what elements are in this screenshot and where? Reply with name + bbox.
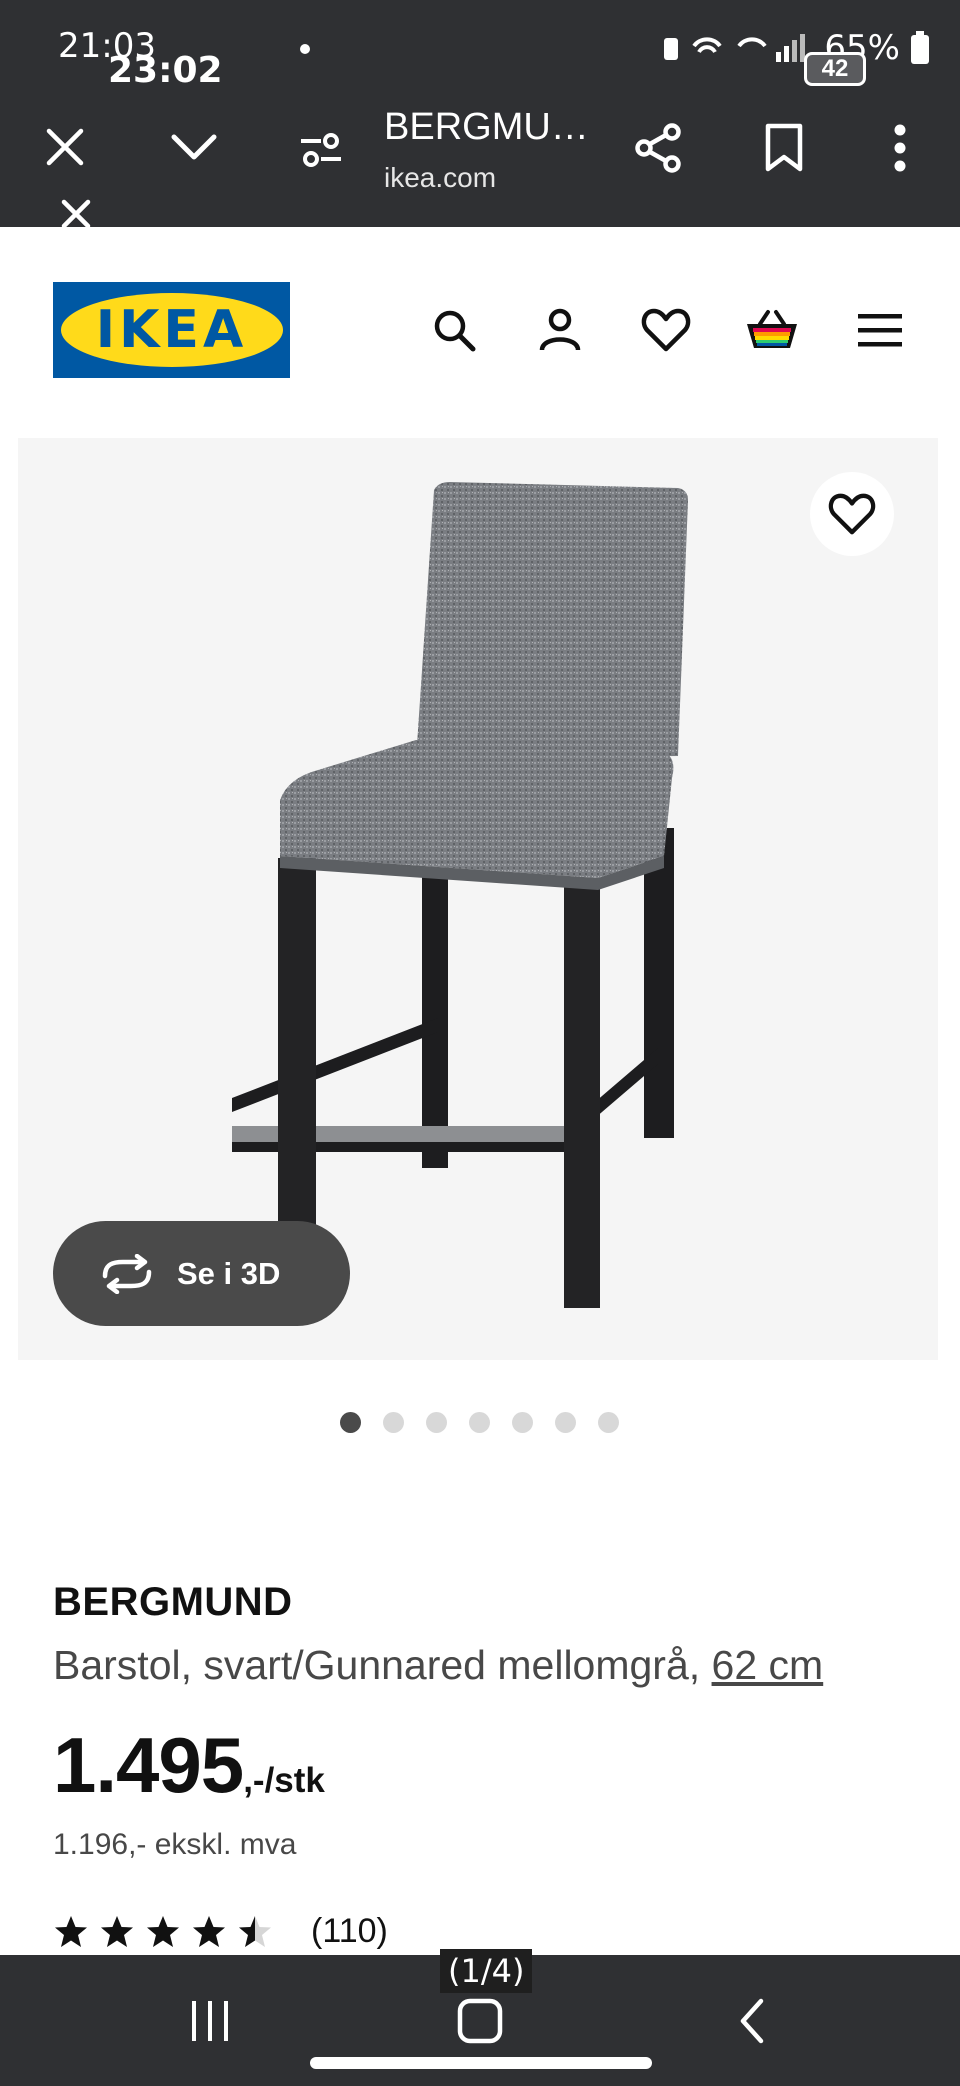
basket-button[interactable] — [742, 300, 802, 360]
signal-icon — [664, 34, 806, 62]
ikea-logo[interactable]: IKEA — [53, 282, 290, 378]
share-button[interactable] — [628, 118, 688, 178]
star-icon — [193, 1915, 225, 1947]
carousel-dot[interactable] — [555, 1412, 576, 1433]
price-value: 1.495 — [53, 1721, 244, 1809]
account-icon — [539, 308, 581, 351]
battery-icon — [911, 31, 929, 64]
search-button[interactable] — [424, 300, 484, 360]
home-icon — [457, 1998, 503, 2044]
price: 1.495 ,-/stk — [53, 1720, 325, 1811]
rating-stars — [53, 1914, 273, 1950]
logo-oval: IKEA — [60, 293, 283, 367]
page-domain[interactable]: ikea.com — [384, 162, 496, 194]
search-icon — [434, 310, 476, 352]
browser-chrome: 21:03 23:02 65% 42 BERGMU… ikea.com — [0, 0, 960, 229]
view-in-3d-label: Se i 3D — [177, 1255, 281, 1291]
home-button[interactable] — [450, 1991, 510, 2051]
collapse-button[interactable] — [166, 122, 222, 172]
basket-icon — [747, 310, 797, 348]
recent-apps-button[interactable] — [180, 1991, 240, 2051]
star-icon — [101, 1915, 133, 1947]
price-unit: ,-/stk — [243, 1761, 325, 1800]
carousel-dot[interactable] — [426, 1412, 447, 1433]
star-icon — [55, 1915, 87, 1947]
account-button[interactable] — [530, 300, 590, 360]
heart-icon — [828, 493, 876, 535]
close-tab-button[interactable] — [40, 122, 90, 172]
back-icon — [740, 1998, 764, 2044]
favourites-button[interactable] — [636, 300, 696, 360]
price-ex-vat: 1.196,- ekskl. mva — [53, 1828, 297, 1861]
star-icon — [147, 1915, 179, 1947]
site-settings-button[interactable] — [296, 124, 346, 174]
product-type: Barstol, svart/Gunnared mellomgrå, — [53, 1642, 712, 1688]
star-icon — [239, 1915, 271, 1947]
chevron-down-icon — [171, 134, 217, 160]
menu-button[interactable] — [850, 300, 910, 360]
page-indicator: (1/4) — [440, 1949, 533, 1993]
close-icon — [46, 128, 84, 166]
rotate-3d-icon — [102, 1253, 152, 1294]
view-in-3d-button[interactable]: Se i 3D — [53, 1221, 350, 1326]
carousel-dot[interactable] — [340, 1412, 361, 1433]
heart-icon — [641, 308, 691, 352]
more-vert-icon — [894, 124, 906, 172]
logo-text: IKEA — [95, 300, 248, 360]
carousel-dot[interactable] — [469, 1412, 490, 1433]
image-carousel-dots — [340, 1412, 619, 1433]
close-overlay-button[interactable] — [56, 194, 96, 234]
carousel-dot[interactable] — [598, 1412, 619, 1433]
gesture-home-bar[interactable] — [310, 2057, 652, 2069]
product-description: Barstol, svart/Gunnared mellomgrå, 62 cm — [53, 1642, 823, 1689]
recent-apps-icon — [192, 2001, 228, 2041]
product-name: BERGMUND — [53, 1580, 293, 1624]
back-button[interactable] — [722, 1991, 782, 2051]
menu-icon — [858, 314, 902, 347]
close-icon — [61, 199, 91, 229]
status-right-icons: 65% — [664, 28, 930, 68]
size-link[interactable]: 62 cm — [712, 1642, 824, 1688]
notification-icons — [160, 34, 186, 60]
notification-dot — [300, 44, 310, 54]
carousel-dot[interactable] — [512, 1412, 533, 1433]
bookmark-button[interactable] — [756, 118, 812, 178]
share-icon — [635, 123, 681, 173]
carousel-dot[interactable] — [383, 1412, 404, 1433]
add-to-favourites-button[interactable] — [810, 472, 894, 556]
more-options-button[interactable] — [880, 118, 920, 178]
review-count[interactable]: (110) — [311, 1912, 388, 1951]
tab-count-badge[interactable]: 42 — [804, 52, 866, 86]
page-title[interactable]: BERGMU… — [384, 106, 589, 149]
site-settings-icon — [301, 133, 341, 167]
bookmark-icon — [765, 123, 803, 172]
product-rating[interactable]: (110) — [53, 1912, 388, 1951]
